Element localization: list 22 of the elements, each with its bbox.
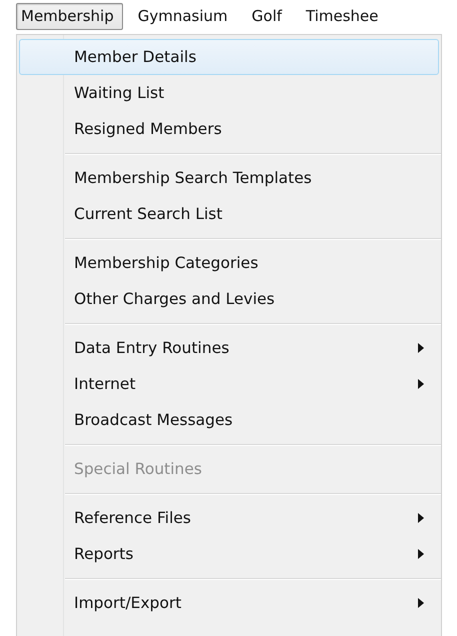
menu-item[interactable]: Data Entry Routines bbox=[19, 330, 439, 366]
menu-item[interactable]: Reports bbox=[19, 536, 439, 572]
menu-item[interactable]: Other Charges and Levies bbox=[19, 281, 439, 317]
menu-item[interactable]: Current Search List bbox=[19, 196, 439, 232]
submenu-arrow-icon bbox=[418, 513, 424, 523]
menu-bar-item[interactable]: Timeshee bbox=[300, 2, 388, 30]
menu-item[interactable]: Reference Files bbox=[19, 500, 439, 536]
menu-item[interactable]: Broadcast Messages bbox=[19, 402, 439, 438]
menu-bar-item[interactable]: Membership bbox=[16, 2, 123, 30]
menu-bar-item[interactable]: Gymnasium bbox=[132, 2, 237, 30]
menu-item[interactable]: Membership Categories bbox=[19, 245, 439, 281]
menu-item[interactable]: Membership Search Templates bbox=[19, 160, 439, 196]
menu-item[interactable]: Resigned Members bbox=[19, 111, 439, 147]
menu-item[interactable]: Waiting List bbox=[19, 75, 439, 111]
submenu-arrow-icon bbox=[418, 343, 424, 353]
submenu-arrow-icon bbox=[418, 379, 424, 389]
submenu-arrow-icon bbox=[418, 598, 424, 608]
menu-item[interactable]: Import/Export bbox=[19, 585, 439, 621]
menu-bar-item[interactable]: Golf bbox=[246, 2, 291, 30]
menu-item[interactable]: Member Details bbox=[19, 39, 439, 75]
submenu-arrow-icon bbox=[418, 549, 424, 559]
menu-item[interactable]: Internet bbox=[19, 366, 439, 402]
